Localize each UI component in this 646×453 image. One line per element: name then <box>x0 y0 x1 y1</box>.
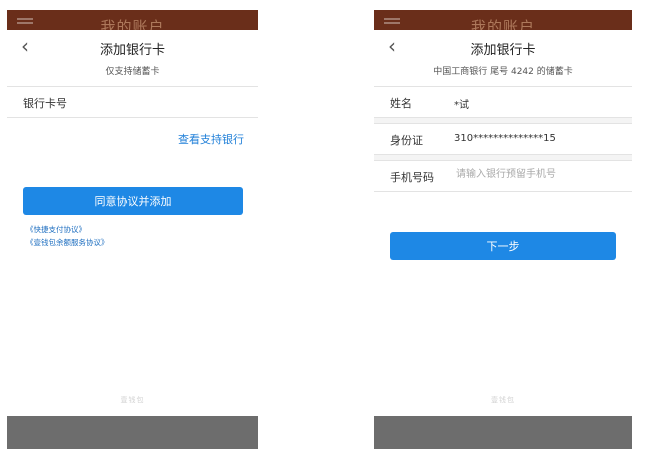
footer-logo: 壹钱包 <box>491 396 515 404</box>
name-value: *试 <box>454 100 469 111</box>
page-title: 添加银行卡 <box>470 43 536 58</box>
phone-label: 手机号码 <box>390 171 434 184</box>
footer-logo: 壹钱包 <box>120 396 145 404</box>
screen-add-card-step2: 我的账户 ‹ 添加银行卡 中国工商银行 尾号 4242 的储蓄卡 姓名 *试 身… <box>374 10 632 449</box>
page-header: ‹ 添加银行卡 <box>374 30 632 64</box>
bottom-bar <box>374 416 632 449</box>
app-title: 我的账户 <box>100 18 165 30</box>
id-row: 身份证 310**************15 <box>374 123 632 155</box>
app-title: 我的账户 <box>470 18 535 30</box>
app-bar: 我的账户 <box>7 10 258 30</box>
page-header: ‹ 添加银行卡 <box>7 30 258 64</box>
card-number-row[interactable]: 银行卡号 <box>7 86 258 118</box>
id-value: 310**************15 <box>454 133 556 144</box>
phone-row[interactable]: 手机号码 <box>374 160 632 192</box>
id-label: 身份证 <box>390 134 423 147</box>
add-card-sheet: ‹ 添加银行卡 中国工商银行 尾号 4242 的储蓄卡 姓名 *试 身份证 31… <box>374 30 632 449</box>
name-label: 姓名 <box>390 97 412 110</box>
agree-and-add-button[interactable]: 同意协议并添加 <box>23 187 243 215</box>
phone-input[interactable] <box>454 168 618 181</box>
name-row: 姓名 *试 <box>374 86 632 118</box>
next-step-button[interactable]: 下一步 <box>390 232 616 260</box>
debit-only-note: 仅支持储蓄卡 <box>105 67 160 77</box>
screen-add-card-step1: 我的账户 ‹ 添加银行卡 仅支持储蓄卡 银行卡号 查看支持银行 同意协议并添加 … <box>7 10 258 449</box>
page-title: 添加银行卡 <box>99 43 165 58</box>
selected-card-note: 中国工商银行 尾号 4242 的储蓄卡 <box>433 67 573 77</box>
view-supported-banks-link[interactable]: 查看支持银行 <box>178 131 244 147</box>
app-bar: 我的账户 <box>374 10 632 30</box>
bottom-bar <box>7 416 258 449</box>
quick-pay-agreement-link[interactable]: 《快捷支付协议》 <box>26 224 86 235</box>
wallet-balance-agreement-link[interactable]: 《壹钱包余额服务协议》 <box>26 237 109 248</box>
card-number-label: 银行卡号 <box>23 97 67 110</box>
card-number-input[interactable] <box>87 94 251 107</box>
add-card-sheet: ‹ 添加银行卡 仅支持储蓄卡 银行卡号 查看支持银行 同意协议并添加 《快捷支付… <box>7 30 258 449</box>
